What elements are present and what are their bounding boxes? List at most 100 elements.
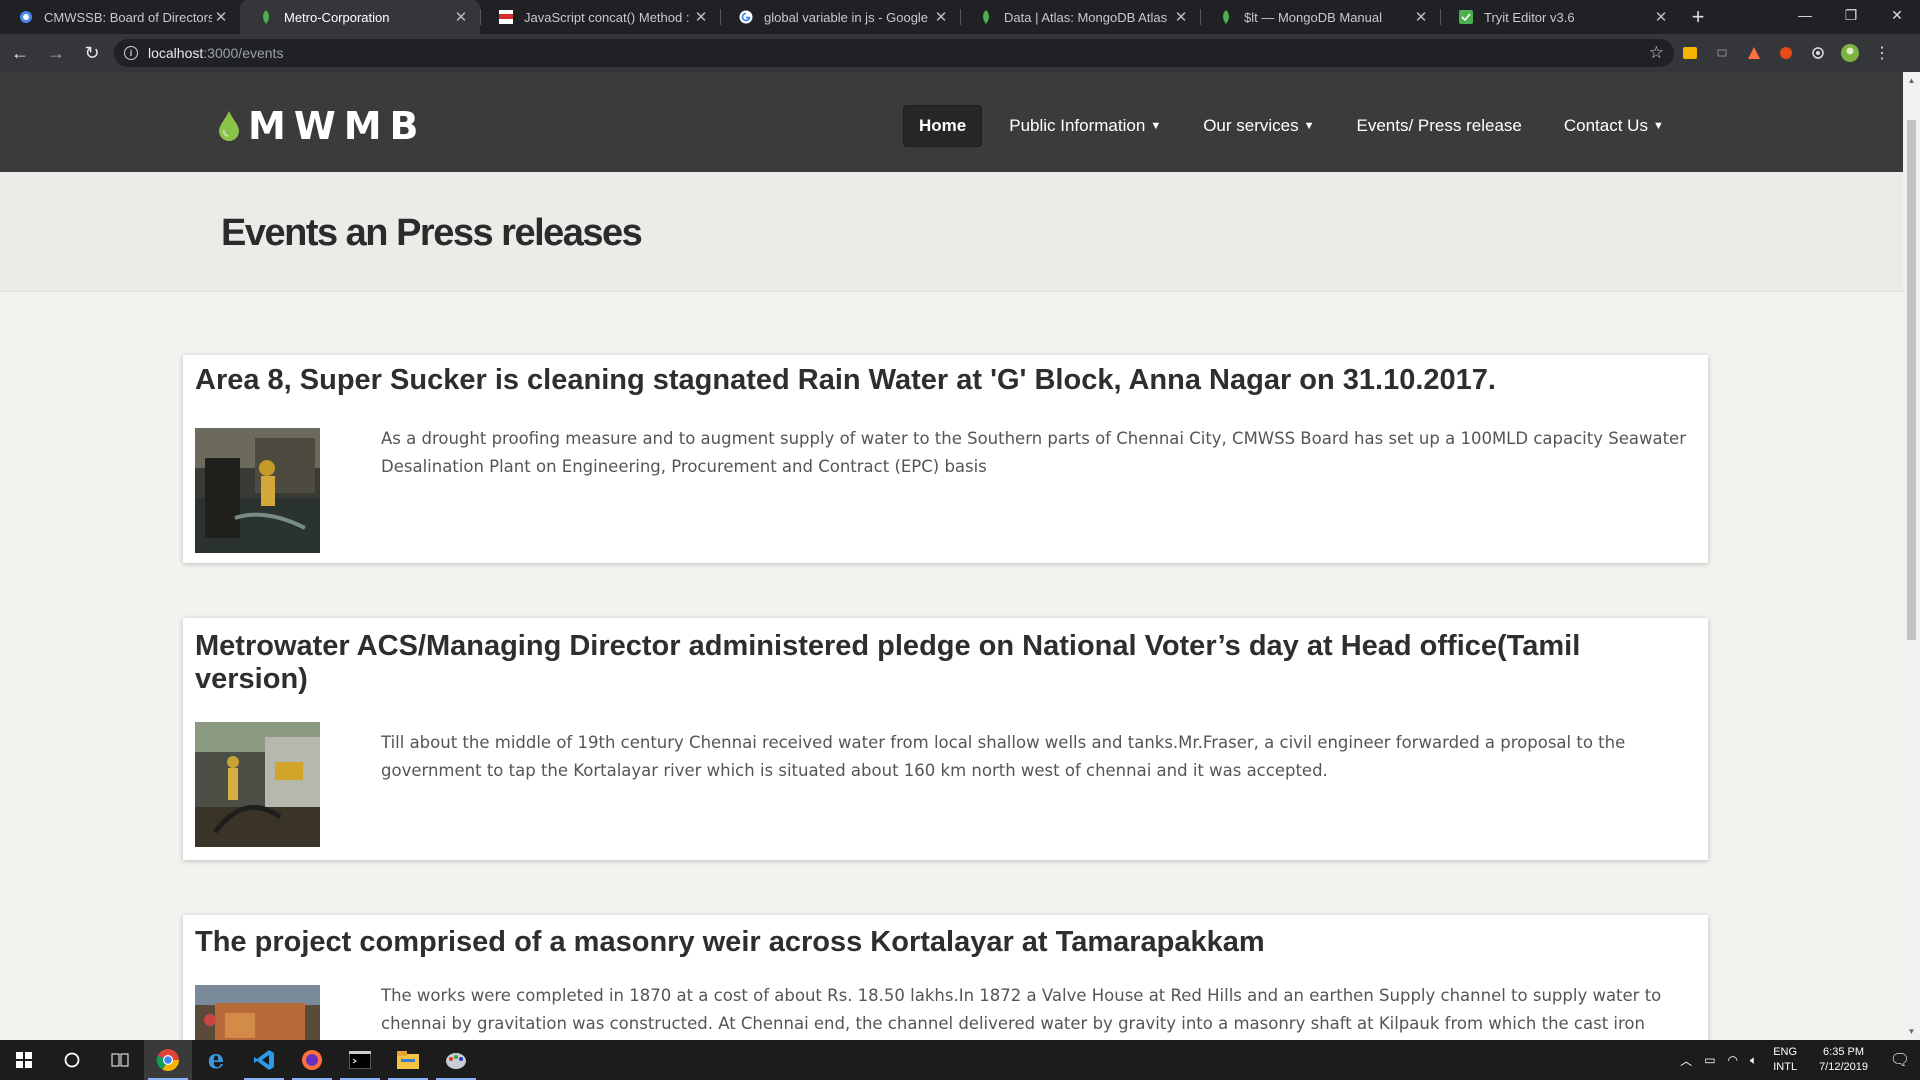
browser-tab-active[interactable]: Metro-Corporation ✕ bbox=[240, 0, 480, 34]
back-arrow-icon[interactable]: ← bbox=[4, 37, 36, 69]
task-view-icon[interactable] bbox=[96, 1040, 144, 1080]
scrollbar-thumb[interactable] bbox=[1907, 120, 1916, 640]
terminal-taskbar-icon[interactable] bbox=[336, 1040, 384, 1080]
event-card: The project comprised of a masonry weir … bbox=[183, 915, 1708, 1040]
nav-item-public-information[interactable]: Public Information ▼ bbox=[994, 106, 1176, 146]
vscode-taskbar-icon[interactable] bbox=[240, 1040, 288, 1080]
paint-taskbar-icon[interactable] bbox=[432, 1040, 480, 1080]
notification-icon[interactable]: 🗨︎ bbox=[1880, 1050, 1920, 1070]
page-banner: Events an Press releases bbox=[0, 172, 1903, 292]
new-tab-button[interactable]: + bbox=[1680, 0, 1716, 34]
nav-item-label: Public Information bbox=[1009, 116, 1146, 135]
extension-icon[interactable] bbox=[1738, 37, 1770, 69]
close-icon[interactable]: ✕ bbox=[212, 8, 230, 26]
event-card: Metrowater ACS/Managing Director adminis… bbox=[183, 618, 1708, 860]
bookmark-star-icon[interactable]: ☆ bbox=[1649, 43, 1664, 63]
page-scrollbar[interactable]: ▲ ▼ bbox=[1903, 72, 1920, 1040]
browser-tab[interactable]: $lt — MongoDB Manual ✕ bbox=[1200, 0, 1440, 34]
reload-icon[interactable]: ↻ bbox=[76, 37, 108, 69]
close-icon[interactable]: ✕ bbox=[1412, 8, 1430, 26]
nav-item-label: Contact Us bbox=[1563, 116, 1648, 135]
globe-icon bbox=[18, 9, 34, 25]
scroll-down-arrow-icon[interactable]: ▼ bbox=[1903, 1023, 1920, 1040]
close-icon[interactable]: ✕ bbox=[1652, 8, 1670, 26]
nav-item-contact-us[interactable]: Contact Us ▼ bbox=[1549, 106, 1679, 146]
menu-kebab-icon[interactable]: ⋮ bbox=[1866, 37, 1898, 69]
chevron-down-icon: ▼ bbox=[1150, 120, 1162, 132]
w3-icon bbox=[498, 9, 514, 25]
google-icon bbox=[738, 9, 754, 25]
extension-icon[interactable] bbox=[1802, 37, 1834, 69]
event-thumbnail[interactable] bbox=[195, 428, 320, 553]
leaf-icon bbox=[978, 9, 994, 25]
event-title[interactable]: Metrowater ACS/Managing Director adminis… bbox=[195, 630, 1695, 696]
page-viewport: MWMB Home Public Information ▼ Our servi… bbox=[0, 72, 1903, 1040]
nav-item-label: Home bbox=[919, 116, 967, 135]
browser-tab[interactable]: global variable in js - Google Sea ✕ bbox=[720, 0, 960, 34]
lang-line1: ENG bbox=[1773, 1046, 1798, 1058]
url-host: localhost bbox=[148, 45, 204, 61]
event-card: Area 8, Super Sucker is cleaning stagnat… bbox=[183, 355, 1708, 563]
edge-taskbar-icon[interactable]: e bbox=[192, 1040, 240, 1080]
clock[interactable]: 6:35 PM 7/12/2019 bbox=[1807, 1045, 1880, 1075]
url-path: :3000/events bbox=[203, 45, 284, 61]
close-icon[interactable]: ✕ bbox=[1172, 8, 1190, 26]
input-language[interactable]: ENG INTL bbox=[1763, 1045, 1807, 1075]
browser-tab-strip: CMWSSB: Board of Directors ✕ Metro-Corpo… bbox=[0, 0, 1920, 34]
extension-icon[interactable] bbox=[1770, 37, 1802, 69]
firefox-taskbar-icon[interactable] bbox=[288, 1040, 336, 1080]
site-logo[interactable]: MWMB bbox=[218, 104, 427, 148]
battery-icon[interactable]: ▭ bbox=[1698, 1053, 1721, 1067]
nav-item-label: Our services bbox=[1203, 116, 1299, 135]
nav-item-our-services[interactable]: Our services ▼ bbox=[1188, 106, 1329, 146]
tab-title: Tryit Editor v3.6 bbox=[1484, 9, 1575, 25]
info-icon[interactable]: i bbox=[124, 46, 138, 60]
search-circle-icon[interactable] bbox=[48, 1040, 96, 1080]
logo-text: MWMB bbox=[248, 104, 427, 148]
close-icon[interactable]: ✕ bbox=[452, 8, 470, 26]
close-icon[interactable]: ✕ bbox=[692, 8, 710, 26]
nav-item-label: Events/ Press release bbox=[1356, 116, 1522, 135]
wifi-icon[interactable]: ◠ bbox=[1722, 1053, 1744, 1067]
forward-arrow-icon[interactable]: → bbox=[40, 37, 72, 69]
restore-icon[interactable]: ❐ bbox=[1828, 0, 1874, 30]
nav-item-home[interactable]: Home bbox=[903, 105, 983, 147]
windows-start-icon[interactable] bbox=[0, 1040, 48, 1080]
event-thumbnail[interactable] bbox=[195, 722, 320, 847]
browser-tab[interactable]: Data | Atlas: MongoDB Atlas ✕ bbox=[960, 0, 1200, 34]
extension-icon[interactable] bbox=[1706, 37, 1738, 69]
profile-avatar[interactable] bbox=[1834, 37, 1866, 69]
browser-tab[interactable]: Tryit Editor v3.6 ✕ bbox=[1440, 0, 1680, 34]
tab-title: CMWSSB: Board of Directors bbox=[44, 9, 212, 25]
browser-tab[interactable]: JavaScript concat() Method : Arra ✕ bbox=[480, 0, 720, 34]
address-bar[interactable]: i localhost:3000/events ☆ bbox=[114, 39, 1674, 67]
browser-tab[interactable]: CMWSSB: Board of Directors ✕ bbox=[0, 0, 240, 34]
clock-time: 6:35 PM bbox=[1823, 1046, 1865, 1058]
system-tray: ︿ ▭ ◠ 🔈︎ ENG INTL 6:35 PM 7/12/2019 🗨︎ bbox=[1674, 1040, 1920, 1080]
leaf-icon bbox=[1218, 9, 1234, 25]
browser-toolbar: ← → ↻ i localhost:3000/events ☆ ⋮ bbox=[0, 34, 1920, 72]
tab-title: $lt — MongoDB Manual bbox=[1244, 9, 1383, 25]
scroll-up-arrow-icon[interactable]: ▲ bbox=[1903, 72, 1920, 89]
chevron-down-icon: ▼ bbox=[1652, 120, 1664, 132]
clock-date: 7/12/2019 bbox=[1819, 1061, 1868, 1073]
extension-icon[interactable] bbox=[1674, 37, 1706, 69]
event-title[interactable]: The project comprised of a masonry weir … bbox=[195, 926, 1695, 959]
close-icon[interactable]: ✕ bbox=[932, 8, 950, 26]
chrome-taskbar-icon[interactable] bbox=[144, 1040, 192, 1080]
nav-item-events[interactable]: Events/ Press release bbox=[1342, 106, 1537, 146]
event-title[interactable]: Area 8, Super Sucker is cleaning stagnat… bbox=[195, 364, 1695, 397]
chevron-up-icon[interactable]: ︿ bbox=[1674, 1052, 1698, 1069]
minimize-icon[interactable]: — bbox=[1782, 0, 1828, 30]
tab-title: JavaScript concat() Method : Arra bbox=[524, 9, 692, 25]
file-explorer-taskbar-icon[interactable] bbox=[384, 1040, 432, 1080]
tab-title: Data | Atlas: MongoDB Atlas bbox=[1004, 9, 1168, 25]
volume-icon[interactable]: 🔈︎ bbox=[1744, 1053, 1763, 1068]
lang-line2: INTL bbox=[1773, 1061, 1798, 1073]
close-window-icon[interactable]: ✕ bbox=[1874, 0, 1920, 30]
chevron-down-icon: ▼ bbox=[1303, 120, 1315, 132]
event-description: The works were completed in 1870 at a co… bbox=[381, 986, 1662, 1033]
page-title: Events an Press releases bbox=[221, 212, 643, 254]
event-description: As a drought proofing measure and to aug… bbox=[381, 429, 1686, 476]
event-thumbnail[interactable] bbox=[195, 985, 320, 1040]
